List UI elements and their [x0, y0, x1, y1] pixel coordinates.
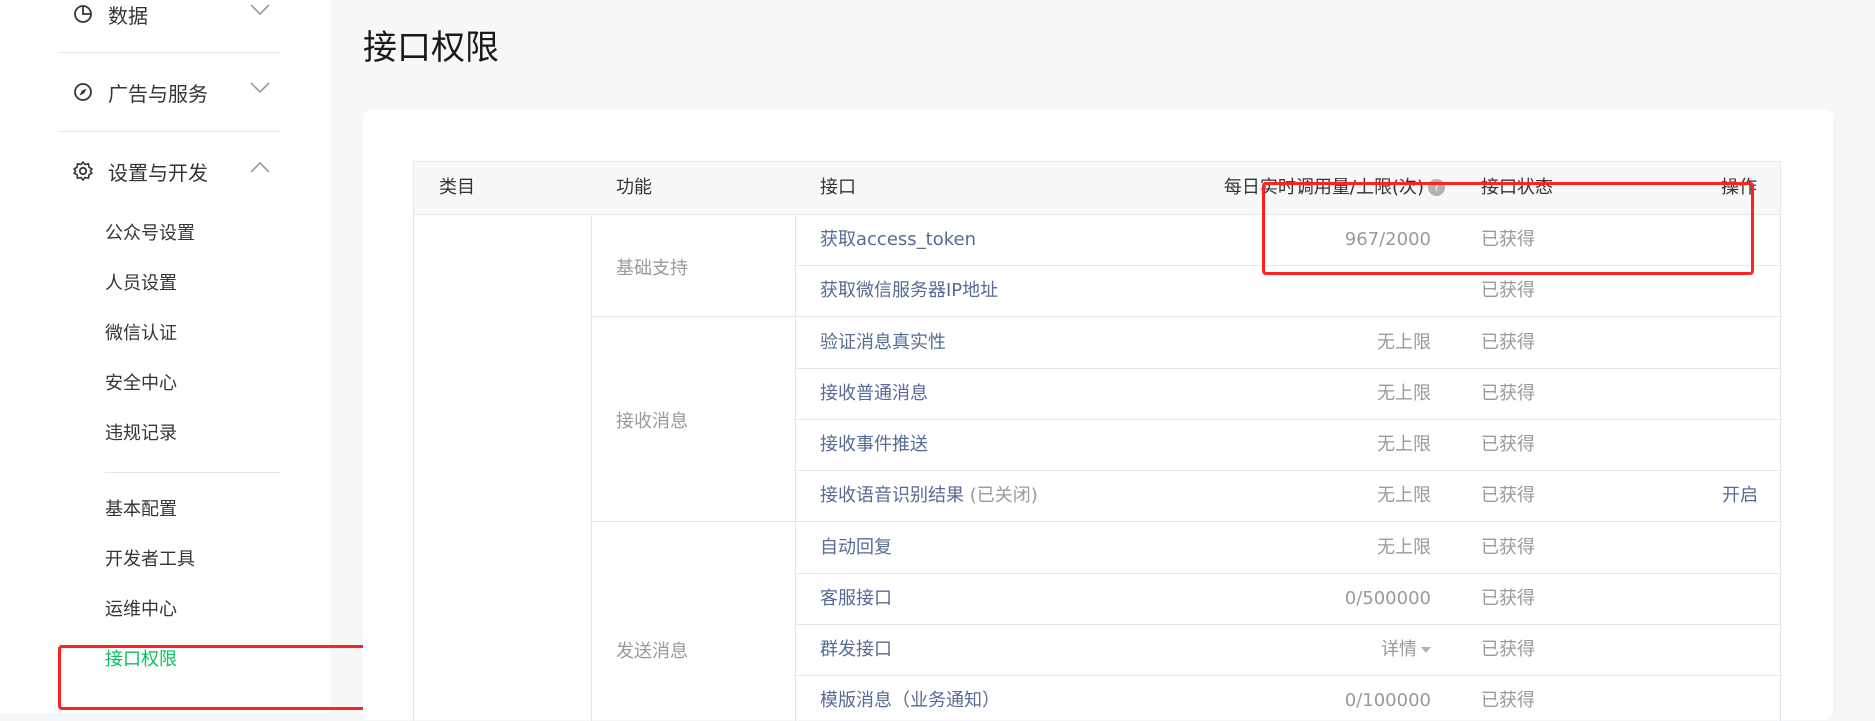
table-row: 模版消息（业务通知） 0/100000 已获得	[795, 675, 1780, 721]
sidebar-item-wechat-verification[interactable]: 微信认证	[105, 319, 177, 349]
api-name[interactable]: 接收事件推送	[820, 419, 928, 470]
api-name[interactable]: 获取access_token	[820, 214, 976, 265]
sidebar-item-ops-center[interactable]: 运维中心	[105, 595, 177, 625]
function-send-messages: 发送消息	[616, 641, 688, 662]
details-dropdown[interactable]: 详情	[1381, 624, 1431, 675]
api-status: 已获得	[1481, 690, 1535, 711]
api-limit: 0/100000	[1344, 690, 1431, 711]
api-limit: 无上限	[1377, 434, 1431, 455]
table-row: 接收普通消息 无上限 已获得	[795, 368, 1780, 419]
api-name[interactable]: 接收语音识别结果	[820, 485, 964, 506]
table-row: 接收语音识别结果 (已关闭) 无上限 已获得 开启	[795, 470, 1780, 521]
sidebar-item-developer-tools[interactable]: 开发者工具	[105, 545, 195, 575]
api-name-cell: 接收语音识别结果 (已关闭)	[820, 470, 1038, 521]
table-row: 接收事件推送 无上限 已获得	[795, 419, 1780, 470]
compass-icon	[72, 81, 94, 103]
sidebar-item-violation-records[interactable]: 违规记录	[105, 419, 177, 449]
api-name[interactable]: 群发接口	[820, 624, 892, 675]
group-divider	[591, 316, 796, 317]
sidebar-item-security-center[interactable]: 安全中心	[105, 369, 177, 399]
header-category: 类目	[439, 177, 475, 198]
sidebar-item-account-settings[interactable]: 公众号设置	[105, 219, 195, 249]
api-status: 已获得	[1481, 332, 1535, 353]
api-limit: 0/500000	[1344, 588, 1431, 609]
table-row: 验证消息真实性 无上限 已获得	[795, 317, 1780, 368]
api-name[interactable]: 模版消息（业务通知）	[820, 675, 1000, 721]
menu-group-data[interactable]: 数据	[60, 0, 280, 53]
divider	[105, 472, 280, 473]
api-status: 已获得	[1481, 383, 1535, 404]
api-status: 已获得	[1481, 434, 1535, 455]
api-limit: 无上限	[1377, 383, 1431, 404]
details-label: 详情	[1381, 639, 1417, 660]
api-name[interactable]: 获取微信服务器IP地址	[820, 265, 998, 316]
api-note: (已关闭)	[964, 485, 1038, 506]
sidebar-item-basic-config[interactable]: 基本配置	[105, 495, 177, 525]
api-status: 已获得	[1481, 588, 1535, 609]
header-function: 功能	[616, 177, 652, 198]
api-status: 已获得	[1481, 537, 1535, 558]
pie-chart-icon	[72, 3, 94, 25]
function-basic-support: 基础支持	[616, 258, 688, 279]
column-divider	[591, 214, 592, 721]
chevron-up-icon[interactable]	[250, 158, 270, 177]
header-api: 接口	[820, 177, 856, 198]
api-status: 已获得	[1481, 485, 1535, 506]
chevron-down-icon[interactable]	[250, 1, 270, 20]
menu-group-ads[interactable]: 广告与服务	[60, 53, 280, 131]
caret-down-icon	[1421, 647, 1431, 653]
sidebar: 数据 广告与服务 设置与开发 公众号设置 人员设置 微信认证 安全中心 违规记录…	[0, 0, 372, 713]
menu-group-label: 设置与开发	[108, 160, 208, 185]
api-limit: 无上限	[1377, 332, 1431, 353]
page-title: 接口权限	[363, 28, 499, 68]
api-limit: 无上限	[1377, 485, 1431, 506]
api-name[interactable]: 自动回复	[820, 522, 892, 573]
menu-group-settings[interactable]: 设置与开发	[60, 132, 280, 210]
function-receive-messages: 接收消息	[616, 411, 688, 432]
highlight-box	[1262, 182, 1754, 275]
chevron-down-icon[interactable]	[250, 79, 270, 98]
enable-link[interactable]: 开启	[1722, 470, 1758, 521]
sidebar-item-staff-settings[interactable]: 人员设置	[105, 269, 177, 299]
api-status: 已获得	[1481, 639, 1535, 660]
gear-icon	[72, 160, 94, 182]
table-row: 群发接口 详情 已获得	[795, 624, 1780, 675]
api-limit: 无上限	[1377, 537, 1431, 558]
menu-group-label: 广告与服务	[108, 81, 208, 106]
table-row: 自动回复 无上限 已获得	[795, 522, 1780, 573]
api-name[interactable]: 验证消息真实性	[820, 317, 946, 368]
api-name[interactable]: 接收普通消息	[820, 368, 928, 419]
table-row: 客服接口 0/500000 已获得	[795, 573, 1780, 624]
highlight-box	[58, 645, 372, 710]
api-name[interactable]: 客服接口	[820, 573, 892, 624]
menu-group-label: 数据	[108, 3, 148, 28]
